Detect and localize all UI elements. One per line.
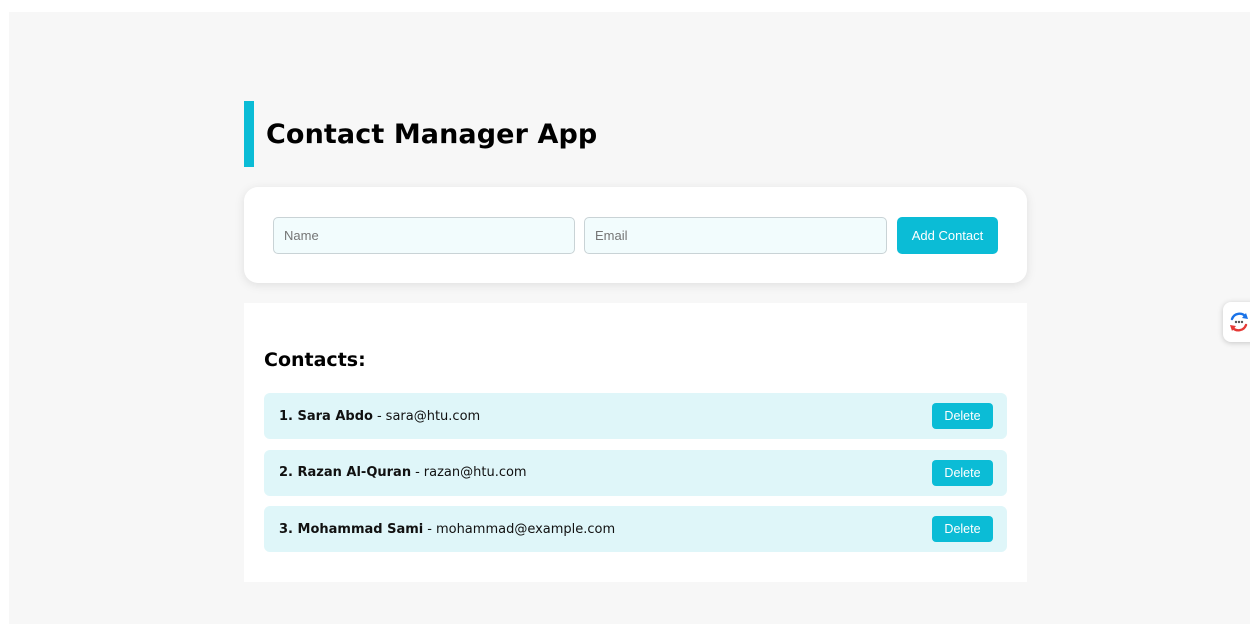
add-contact-form: Add Contact bbox=[244, 187, 1027, 283]
contact-separator: - bbox=[427, 521, 432, 537]
contacts-heading: Contacts: bbox=[264, 349, 366, 371]
contact-name: 2. Razan Al-Quran bbox=[279, 465, 412, 480]
email-input[interactable] bbox=[584, 217, 887, 254]
contact-name: 3. Mohammad Sami bbox=[279, 521, 424, 537]
delete-contact-button[interactable]: Delete bbox=[932, 516, 993, 542]
name-input[interactable] bbox=[273, 217, 575, 254]
delete-contact-button[interactable]: Delete bbox=[932, 403, 993, 429]
add-contact-button[interactable]: Add Contact bbox=[897, 217, 998, 254]
page-title: Contact Manager App bbox=[266, 118, 598, 150]
contact-row: 2. Razan Al-Quran - razan@htu.com Delete bbox=[264, 449, 1007, 496]
contacts-panel: Contacts: 1. Sara Abdo - sara@htu.com De… bbox=[244, 303, 1027, 582]
contact-row: 1. Sara Abdo - sara@htu.com Delete bbox=[264, 393, 1007, 439]
contact-manager: Contact Manager App Add Contact Contacts… bbox=[244, 101, 1027, 582]
contact-email: razan@htu.com bbox=[423, 465, 527, 480]
contact-row: 3. Mohammad Sami - mohammad@example.com … bbox=[264, 506, 1007, 552]
contact-separator: - bbox=[415, 465, 420, 480]
contact-separator: - bbox=[376, 408, 382, 424]
contact-name: 1. Sara Abdo bbox=[279, 408, 373, 424]
title-bar: Contact Manager App bbox=[244, 101, 1027, 167]
contact-email: mohammad@example.com bbox=[435, 521, 616, 537]
delete-contact-button[interactable]: Delete bbox=[932, 459, 993, 486]
sync-chat-icon bbox=[1230, 312, 1248, 332]
app-viewport: Contact Manager App Add Contact Contacts… bbox=[9, 12, 1250, 624]
contact-email: sara@htu.com bbox=[385, 408, 481, 424]
extension-widget[interactable] bbox=[1223, 302, 1250, 342]
contacts-list: 1. Sara Abdo - sara@htu.com Delete 2. Ra… bbox=[264, 393, 1007, 563]
